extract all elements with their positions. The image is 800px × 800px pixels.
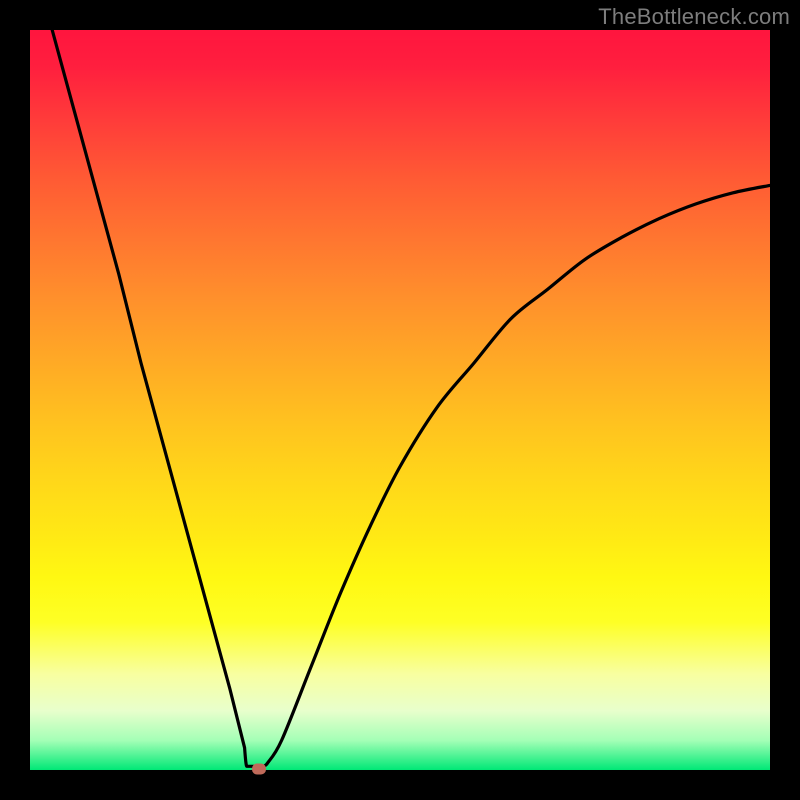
plot-area bbox=[30, 30, 770, 770]
watermark-text: TheBottleneck.com bbox=[598, 4, 790, 30]
optimal-point-marker bbox=[252, 763, 266, 774]
chart-frame: TheBottleneck.com bbox=[0, 0, 800, 800]
bottleneck-curve bbox=[30, 30, 770, 770]
